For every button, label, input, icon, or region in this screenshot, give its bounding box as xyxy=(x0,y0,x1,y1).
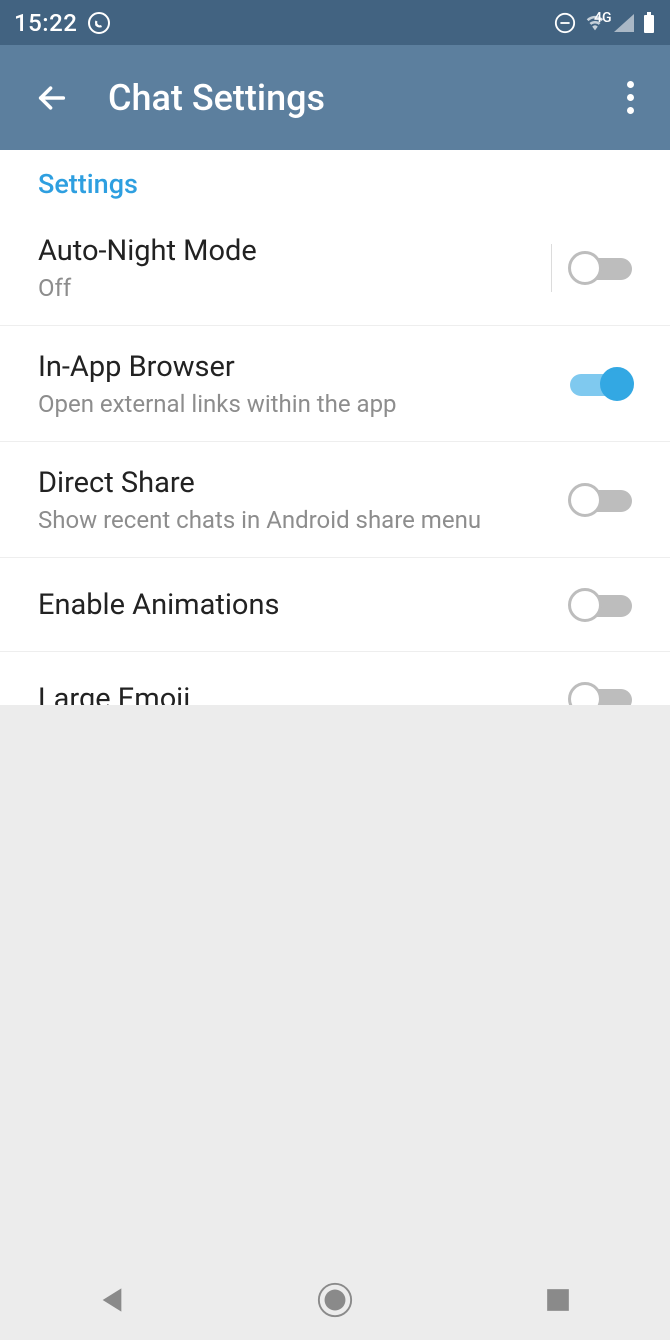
battery-icon xyxy=(642,12,656,34)
system-nav-bar xyxy=(0,1260,670,1340)
row-title: Auto-Night Mode xyxy=(38,234,551,268)
row-in-app-browser[interactable]: In-App Browser Open external links withi… xyxy=(0,326,670,442)
do-not-disturb-icon xyxy=(554,12,576,34)
app-bar: Chat Settings xyxy=(0,45,670,150)
settings-list: Settings Auto-Night Mode Off In-App Brow… xyxy=(0,150,670,705)
toggle-large-emoji[interactable] xyxy=(570,683,632,706)
toggle-enable-animations[interactable] xyxy=(570,589,632,621)
row-enable-animations[interactable]: Enable Animations xyxy=(0,558,670,652)
row-title: Large Emoji xyxy=(38,682,570,706)
row-title: Direct Share xyxy=(38,466,570,500)
nav-back-button[interactable] xyxy=(62,1270,162,1330)
network-label: 4G xyxy=(594,10,612,26)
toggle-in-app-browser[interactable] xyxy=(570,368,632,400)
row-title: Enable Animations xyxy=(38,588,570,622)
row-subtitle: Show recent chats in Android share menu xyxy=(38,506,570,534)
status-bar: 15:22 4G xyxy=(0,0,670,45)
toggle-auto-night[interactable] xyxy=(570,252,632,284)
back-button[interactable] xyxy=(30,76,74,120)
nav-home-button[interactable] xyxy=(285,1270,385,1330)
vertical-divider xyxy=(551,244,552,292)
cell-signal-icon: 4G xyxy=(614,14,634,32)
whatsapp-icon xyxy=(87,11,111,35)
row-subtitle: Open external links within the app xyxy=(38,390,570,418)
toggle-direct-share[interactable] xyxy=(570,484,632,516)
row-subtitle: Off xyxy=(38,274,551,302)
row-large-emoji[interactable]: Large Emoji xyxy=(0,652,670,705)
row-title: In-App Browser xyxy=(38,350,570,384)
row-direct-share[interactable]: Direct Share Show recent chats in Androi… xyxy=(0,442,670,558)
page-title: Chat Settings xyxy=(108,77,325,119)
status-time: 15:22 xyxy=(14,9,77,37)
row-auto-night-mode[interactable]: Auto-Night Mode Off xyxy=(0,210,670,326)
more-options-button[interactable] xyxy=(610,78,650,118)
nav-recents-button[interactable] xyxy=(508,1270,608,1330)
content-bottom-gap xyxy=(0,705,670,1260)
section-header-settings: Settings xyxy=(0,150,670,210)
